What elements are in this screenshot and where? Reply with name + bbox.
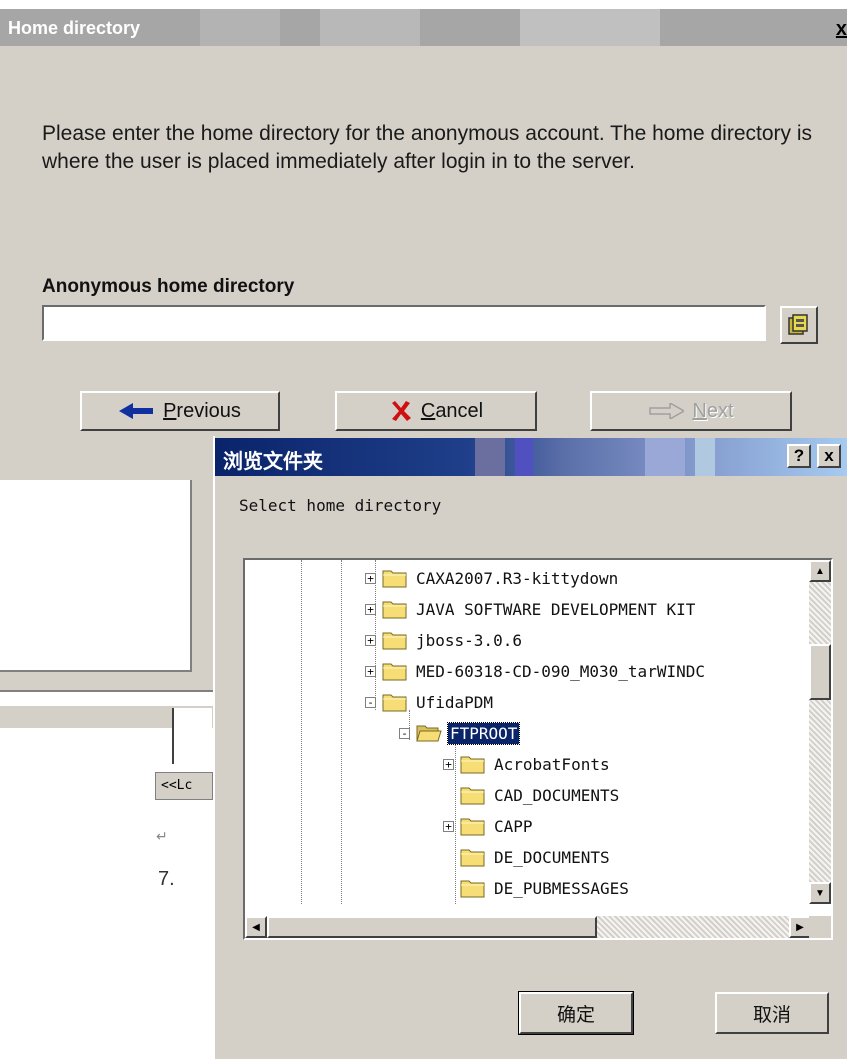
folder-icon: [460, 849, 485, 867]
background-pane: [0, 480, 192, 672]
home-directory-label: Anonymous home directory: [42, 276, 295, 297]
previous-label: revious: [176, 399, 241, 422]
tree-node[interactable]: - UfidaPDM: [365, 688, 495, 716]
expand-icon[interactable]: +: [443, 820, 454, 832]
scroll-left-button[interactable]: ◀: [245, 916, 267, 938]
tree-node[interactable]: + jboss-3.0.6: [365, 626, 524, 654]
tree-node[interactable]: + MED-60318-CD-090_M030_tarWINDC: [365, 657, 707, 685]
tree-node-label: UfidaPDM: [416, 692, 494, 712]
scroll-down-button[interactable]: ▼: [809, 882, 831, 904]
expand-icon[interactable]: +: [443, 758, 454, 770]
home-directory-input[interactable]: [42, 305, 766, 341]
tree-node[interactable]: DE_DOCUMENTS: [443, 843, 612, 871]
help-button[interactable]: ?: [787, 444, 811, 468]
browse-prompt: Select home directory: [239, 496, 442, 515]
paragraph-mark: ↵: [156, 828, 168, 844]
folder-icon: [382, 694, 407, 712]
vertical-scroll-thumb[interactable]: [809, 644, 831, 700]
tree-node-label: jboss-3.0.6: [416, 630, 522, 650]
collapse-icon[interactable]: -: [365, 696, 376, 708]
browse-folder-dialog: 浏览文件夹 ? x Select home directory + CAXA200…: [213, 436, 847, 1059]
tree-node-label: CAPP: [494, 816, 533, 836]
tree-node[interactable]: + AcrobatFonts: [443, 750, 612, 778]
tree-node[interactable]: + CAPP: [443, 812, 535, 840]
folder-tree[interactable]: + CAXA2007.R3-kittydown + JAVA SOFTWARE DEV…: [243, 558, 833, 940]
next-button[interactable]: Next: [590, 391, 792, 431]
folder-icon: [460, 818, 485, 836]
wizard-description: Please enter the home directory for the …: [42, 122, 813, 173]
folder-icon: [460, 756, 485, 774]
ok-button[interactable]: 确定: [518, 991, 634, 1035]
horizontal-scroll-thumb[interactable]: [267, 916, 597, 938]
tree-node-label: CAXA2007.R3-kittydown: [416, 568, 619, 588]
tree-node-label: JAVA SOFTWARE DEVELOPMENT KIT: [416, 599, 696, 619]
tree-node-label: AcrobatFonts: [494, 754, 610, 774]
expand-icon[interactable]: +: [365, 572, 376, 584]
browse-title: 浏览文件夹: [223, 451, 323, 473]
top-strip: [0, 0, 847, 9]
arrow-right-icon: [649, 403, 685, 419]
browse-titlebar: 浏览文件夹 ? x: [215, 438, 847, 476]
previous-mnemonic: P: [163, 399, 177, 422]
expand-icon[interactable]: +: [365, 603, 376, 615]
scroll-corner: [809, 916, 831, 938]
folder-icon: [382, 632, 407, 650]
wizard-close-button[interactable]: x: [836, 18, 847, 41]
collapse-icon[interactable]: -: [399, 727, 410, 739]
tree-node-label: MED-60318-CD-090_M030_tarWINDC: [416, 661, 705, 681]
cancel-mnemonic: C: [420, 399, 436, 422]
tree-node[interactable]: CAD_DOCUMENTS: [443, 781, 621, 809]
folder-icon: [382, 663, 407, 681]
tree-node[interactable]: DE_PUBMESSAGES: [443, 874, 631, 902]
wizard-dialog: Home directory x Please enter the home d…: [0, 0, 847, 478]
browse-cancel-button[interactable]: 取消: [715, 992, 829, 1034]
browse-close-button[interactable]: x: [817, 444, 841, 468]
previous-button[interactable]: Previous: [80, 391, 280, 431]
tree-node-label: DE_DOCUMENTS: [494, 847, 610, 867]
folder-icon: [382, 570, 407, 588]
tree-node-label: CAD_DOCUMENTS: [494, 785, 620, 805]
tree-node[interactable]: + CAXA2007.R3-kittydown: [365, 564, 620, 592]
tree-node-label: DE_PUBMESSAGES: [494, 878, 629, 898]
folder-browse-icon: [788, 314, 808, 335]
tree-vertical-scrollbar[interactable]: ▲ ▼: [809, 560, 831, 904]
scroll-up-button[interactable]: ▲: [809, 560, 831, 582]
folder-icon: [382, 601, 407, 619]
tree-horizontal-scrollbar[interactable]: ◀ ▶: [245, 916, 811, 938]
next-mnemonic: N: [692, 399, 707, 422]
background-field: [172, 708, 212, 764]
wizard-title: Home directory: [8, 18, 141, 38]
cancel-button[interactable]: Cancel: [335, 391, 537, 431]
arrow-left-icon: [119, 403, 154, 419]
folder-icon: [460, 880, 485, 898]
wizard-titlebar: Home directory x: [0, 9, 847, 46]
expand-icon[interactable]: +: [365, 634, 376, 646]
expand-icon[interactable]: +: [365, 665, 376, 677]
background-strip: [0, 690, 214, 706]
cancel-x-icon: [391, 401, 411, 421]
tree-node[interactable]: + JAVA SOFTWARE DEVELOPMENT KIT: [365, 595, 697, 623]
open-folder-icon: [416, 725, 442, 742]
tree-node[interactable]: - FTPROOT: [399, 719, 521, 747]
folder-icon: [460, 787, 485, 805]
scroll-right-button[interactable]: ▶: [789, 916, 811, 938]
list-number: 7.: [158, 868, 175, 890]
next-label: ext: [706, 399, 734, 422]
browse-folder-button[interactable]: [780, 306, 818, 344]
cancel-label: ancel: [435, 399, 484, 422]
log-button[interactable]: <<Lc: [155, 772, 213, 800]
tree-node-label: FTPROOT: [446, 721, 521, 745]
